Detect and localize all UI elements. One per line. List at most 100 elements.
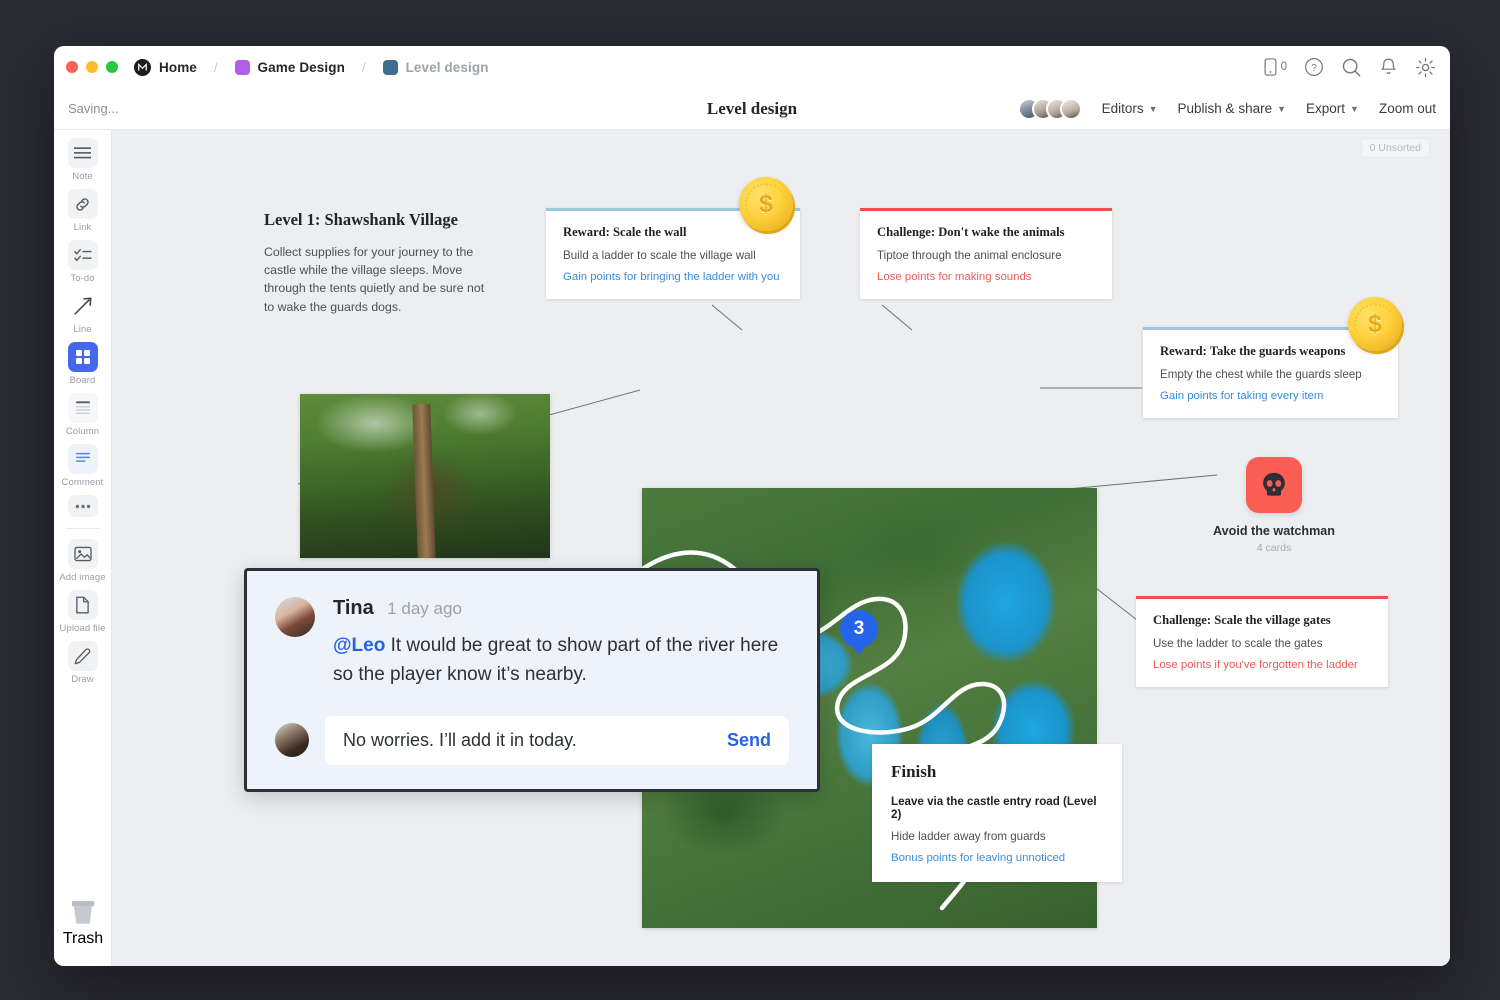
note-icon	[68, 138, 98, 168]
card-points: Lose points if you've forgotten the ladd…	[1153, 659, 1371, 671]
comment-popup[interactable]: Tina 1 day ago @Leo It would be great to…	[244, 568, 820, 792]
sidebar-label: Add image	[59, 572, 105, 583]
comment-reply-row: No worries. I’ll add it in today. Send	[275, 716, 789, 765]
comment-header-row: Tina 1 day ago @Leo It would be great to…	[275, 597, 789, 690]
app-window: Home / Game Design / Level design 0 ?	[54, 46, 1450, 966]
card-challenge-dont-wake-the-animals[interactable]: Challenge: Don't wake the animals Tiptoe…	[860, 208, 1112, 299]
help-icon[interactable]: ?	[1304, 57, 1324, 77]
sidebar-item-upload-file[interactable]: Upload file	[54, 590, 112, 634]
sidebar-label: Draw	[71, 674, 94, 685]
sidebar-item-note[interactable]: Note	[54, 138, 112, 182]
device-preview-button[interactable]: 0	[1264, 58, 1287, 76]
search-icon[interactable]	[1341, 57, 1362, 78]
sidebar-item-todo[interactable]: To-do	[54, 240, 112, 284]
sidebar-item-trash[interactable]: Trash	[54, 899, 112, 948]
minimize-window-button[interactable]	[86, 61, 98, 73]
card-title: Reward: Scale the wall	[563, 225, 783, 240]
svg-text:?: ?	[1311, 63, 1317, 74]
skull-icon	[1246, 457, 1302, 513]
sidebar-label: Upload file	[60, 623, 106, 634]
comment-text: It would be great to show part of the ri…	[333, 635, 778, 685]
maximize-window-button[interactable]	[106, 61, 118, 73]
draw-icon	[68, 641, 98, 671]
coin-glyph: $	[759, 190, 773, 219]
publish-share-menu[interactable]: Publish & share ▼	[1178, 101, 1286, 116]
subbar: Saving... Level design Editors ▼ Publish…	[54, 88, 1450, 130]
card-points: Gain points for taking every item	[1160, 390, 1381, 402]
sidebar-label: Comment	[62, 477, 104, 488]
sidebar-divider	[66, 528, 100, 529]
send-button[interactable]: Send	[727, 730, 771, 751]
card-points: Lose points for making sounds	[877, 271, 1095, 283]
card-title: Reward: Take the guards weapons	[1160, 344, 1381, 359]
comment-author-line: Tina 1 day ago	[333, 597, 789, 620]
app-logo-icon	[134, 59, 151, 76]
card-title: Challenge: Don't wake the animals	[877, 225, 1095, 240]
level-heading: Level 1: Shawshank Village	[264, 210, 494, 230]
chevron-down-icon: ▼	[1277, 104, 1286, 114]
sidebar-item-board[interactable]: Board	[54, 342, 112, 386]
card-title: Challenge: Scale the village gates	[1153, 613, 1371, 628]
finish-body: Hide ladder away from guards	[891, 830, 1103, 843]
device-count: 0	[1281, 61, 1287, 73]
sidebar-item-draw[interactable]: Draw	[54, 641, 112, 685]
zoom-out-button[interactable]: Zoom out	[1379, 101, 1436, 116]
sidebar-item-link[interactable]: Link	[54, 189, 112, 233]
breadcrumb: Home / Game Design / Level design	[134, 59, 489, 76]
breadcrumb-item-game-design[interactable]: Game Design	[258, 60, 345, 75]
avatar-tina[interactable]	[275, 597, 315, 637]
settings-gear-icon[interactable]	[1415, 57, 1436, 78]
map-pin-3[interactable]: 3	[840, 610, 878, 654]
card-finish[interactable]: Finish Leave via the castle entry road (…	[872, 744, 1122, 882]
sidebar-item-add-image[interactable]: Add image	[54, 539, 112, 583]
unsorted-badge[interactable]: 0 Unsorted	[1361, 138, 1430, 158]
sidebar-item-column[interactable]: Column	[54, 393, 112, 437]
comment-timestamp: 1 day ago	[387, 599, 462, 618]
group-avoid-the-watchman[interactable]: Avoid the watchman 4 cards	[1209, 457, 1339, 554]
coin-glyph: $	[1368, 310, 1382, 339]
more-icon	[68, 495, 98, 517]
comment-icon	[68, 444, 98, 474]
editor-avatars[interactable]	[1018, 98, 1082, 120]
breadcrumb-item-home[interactable]: Home	[159, 60, 197, 75]
sidebar-item-comment[interactable]: Comment	[54, 444, 112, 488]
add-image-icon	[68, 539, 98, 569]
avatar-current-user[interactable]	[275, 723, 309, 757]
sidebar-item-more[interactable]	[54, 495, 112, 517]
forest-image[interactable]	[300, 394, 550, 558]
card-points: Gain points for bringing the ladder with…	[563, 271, 783, 283]
upload-file-icon	[68, 590, 98, 620]
breadcrumb-color-level-design	[383, 60, 398, 75]
editors-label: Editors	[1102, 101, 1144, 116]
close-window-button[interactable]	[66, 61, 78, 73]
sidebar-item-line[interactable]: Line	[54, 291, 112, 335]
board-canvas[interactable]: 0 Unsorted Level 1: Shawshank Village Co…	[112, 130, 1450, 966]
notification-icon[interactable]	[1379, 57, 1398, 77]
comment-author: Tina	[333, 597, 374, 619]
reply-input-wrapper[interactable]: No worries. I’ll add it in today. Send	[325, 716, 789, 765]
publish-share-label: Publish & share	[1178, 101, 1273, 116]
export-menu[interactable]: Export ▼	[1306, 101, 1359, 116]
left-toolbar: Note Link To-do Line	[54, 130, 112, 966]
reply-input[interactable]: No worries. I’ll add it in today.	[343, 730, 577, 751]
sidebar-label: Line	[73, 324, 91, 335]
group-title: Avoid the watchman	[1209, 524, 1339, 538]
level-description: Collect supplies for your journey to the…	[264, 243, 494, 316]
sidebar-label: Note	[72, 171, 92, 182]
window-controls[interactable]	[66, 61, 118, 73]
todo-icon	[68, 240, 98, 270]
breadcrumb-separator: /	[214, 60, 218, 75]
board-icon	[68, 342, 98, 372]
chevron-down-icon: ▼	[1350, 104, 1359, 114]
comment-mention[interactable]: @Leo	[333, 635, 385, 656]
breadcrumb-item-level-design[interactable]: Level design	[406, 60, 489, 75]
card-challenge-scale-the-village-gates[interactable]: Challenge: Scale the village gates Use t…	[1136, 596, 1388, 687]
link-icon	[68, 189, 98, 219]
subbar-actions: Editors ▼ Publish & share ▼ Export ▼ Zoo…	[1018, 98, 1436, 120]
breadcrumb-color-game-design	[235, 60, 250, 75]
titlebar: Home / Game Design / Level design 0 ?	[54, 46, 1450, 88]
avatar[interactable]	[1060, 98, 1082, 120]
sidebar-label: Trash	[63, 930, 103, 948]
sidebar-label: Board	[70, 375, 96, 386]
editors-menu[interactable]: Editors ▼	[1102, 101, 1158, 116]
